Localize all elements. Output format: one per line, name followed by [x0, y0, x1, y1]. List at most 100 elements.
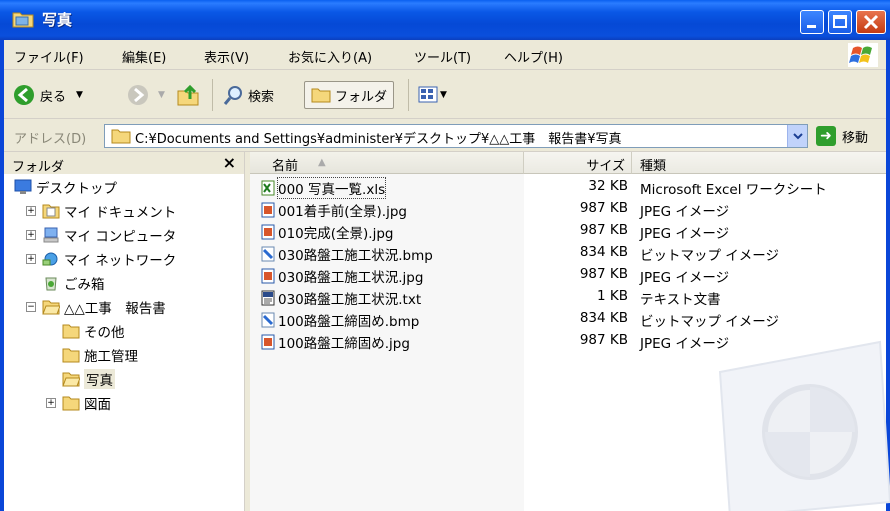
expand-icon[interactable]: +	[26, 254, 36, 264]
file-name: 000 写真一覧.xls	[276, 177, 387, 199]
folders-pane-header: フォルダ ×	[4, 152, 244, 175]
collapse-icon[interactable]: −	[26, 302, 36, 312]
file-type: JPEG イメージ	[640, 270, 730, 286]
window-client-area: ファイル(F) 編集(E) 表示(V) お気に入り(A) ツール(T) ヘルプ(…	[4, 40, 890, 511]
title-bar[interactable]: 写真	[0, 0, 890, 40]
back-button[interactable]: 戻る ▼	[12, 81, 83, 109]
tree-item-label: △△工事 報告書	[64, 301, 166, 317]
column-size-label: サイズ	[586, 159, 625, 174]
close-button[interactable]	[856, 10, 886, 34]
up-folder-icon	[177, 84, 199, 106]
back-label: 戻る	[40, 89, 67, 105]
close-icon	[863, 14, 879, 30]
file-name: 030路盤工施工状況.txt	[278, 292, 422, 308]
tree-item-my-computer[interactable]: + マイ コンピュータ	[26, 224, 176, 246]
chevron-down-icon	[793, 133, 803, 140]
folder-icon	[62, 396, 80, 411]
file-row[interactable]: 030路盤工施工状況.bmp 834 KB ビットマップ イメージ	[250, 242, 886, 264]
maximize-button[interactable]	[828, 10, 852, 34]
file-type: ビットマップ イメージ	[640, 248, 780, 264]
file-row[interactable]: 010完成(全景).jpg 987 KB JPEG イメージ	[250, 220, 886, 242]
address-path: C:¥Documents and Settings¥administer¥デスク…	[135, 132, 622, 147]
views-dropdown-icon[interactable]: ▼	[440, 90, 447, 100]
tree-item-photos[interactable]: 写真	[62, 368, 115, 390]
menu-file[interactable]: ファイル(F)	[14, 47, 84, 66]
file-row[interactable]: 100路盤工締固め.jpg 987 KB JPEG イメージ	[250, 330, 886, 352]
windows-logo-icon	[848, 43, 878, 67]
toolbar-separator	[212, 79, 213, 111]
explorer-window: 写真 ファイル(F) 編集(E) 表示(V) お気に入り(A) ツール(T) ヘ…	[0, 0, 890, 511]
file-row[interactable]: 000 写真一覧.xls 32 KB Microsoft Excel ワークシー…	[250, 176, 886, 199]
file-type: ビットマップ イメージ	[640, 314, 780, 330]
tree-item-my-network[interactable]: + マイ ネットワーク	[26, 248, 176, 270]
file-type: JPEG イメージ	[640, 204, 730, 220]
tree-item-desktop[interactable]: デスクトップ	[14, 176, 117, 198]
my-computer-icon	[43, 227, 59, 243]
back-dropdown-icon[interactable]: ▼	[76, 90, 83, 100]
file-size: 987 KB	[579, 332, 628, 348]
menu-view[interactable]: 表示(V)	[204, 47, 249, 66]
file-type: テキスト文書	[640, 292, 721, 308]
bitmap-file-icon	[261, 246, 275, 262]
recycle-bin-icon	[45, 277, 57, 291]
file-list: 名前 ▲ サイズ 種類 000 写真一覧.xls 32 KB Microsoft…	[250, 152, 890, 511]
tree-item-report-folder[interactable]: − △△工事 報告書	[26, 296, 166, 318]
search-icon	[223, 86, 242, 105]
tree-item-other[interactable]: その他	[62, 320, 125, 342]
minimize-button[interactable]	[800, 10, 824, 34]
search-button[interactable]: 検索	[222, 81, 274, 109]
tree-item-construction-management[interactable]: 施工管理	[62, 344, 138, 366]
column-header-name[interactable]: 名前 ▲	[250, 152, 524, 174]
menu-help[interactable]: ヘルプ(H)	[504, 47, 563, 66]
file-row[interactable]: 030路盤工施工状況.jpg 987 KB JPEG イメージ	[250, 264, 886, 286]
expand-icon[interactable]: +	[26, 230, 36, 240]
tree-item-recycle-bin[interactable]: ごみ箱	[42, 272, 105, 294]
up-folder-button[interactable]	[176, 81, 200, 109]
menu-favorites[interactable]: お気に入り(A)	[288, 47, 372, 66]
folder-icon	[12, 12, 34, 28]
tree-item-my-documents[interactable]: + マイ ドキュメント	[26, 200, 176, 222]
bitmap-file-icon	[261, 312, 275, 328]
file-row[interactable]: 030路盤工施工状況.txt 1 KB テキスト文書	[250, 286, 886, 308]
go-arrow-icon: ➜	[816, 126, 836, 146]
column-name-label: 名前	[272, 159, 299, 174]
folders-toggle-button[interactable]: フォルダ	[304, 81, 395, 109]
jpeg-file-icon	[261, 202, 275, 218]
expand-icon[interactable]: +	[26, 206, 36, 216]
views-icon	[418, 86, 438, 103]
file-name: 030路盤工施工状況.jpg	[278, 270, 424, 286]
tree-item-label: マイ ドキュメント	[64, 205, 177, 221]
folders-pane-close-button[interactable]: ×	[223, 153, 236, 172]
tree-item-drawings[interactable]: + 図面	[46, 392, 111, 414]
desktop-icon	[14, 179, 32, 194]
column-header-size[interactable]: サイズ	[524, 152, 632, 174]
menu-edit[interactable]: 編集(E)	[122, 47, 166, 66]
expand-icon[interactable]: +	[46, 398, 56, 408]
forward-button[interactable]: ▼	[126, 81, 165, 109]
address-input[interactable]: C:¥Documents and Settings¥administer¥デスク…	[104, 124, 808, 148]
search-label: 検索	[248, 89, 275, 105]
file-size: 834 KB	[579, 310, 628, 326]
tree-item-label: 写真	[84, 369, 115, 389]
folder-open-icon	[62, 372, 80, 387]
tree-item-label: ごみ箱	[64, 277, 105, 293]
file-row[interactable]: 100路盤工締固め.bmp 834 KB ビットマップ イメージ	[250, 308, 886, 330]
column-type-label: 種類	[640, 159, 667, 174]
go-label: 移動	[842, 130, 869, 146]
forward-dropdown-icon[interactable]: ▼	[158, 90, 165, 100]
folder-icon	[62, 348, 80, 363]
file-size: 1 KB	[597, 288, 628, 304]
go-button[interactable]: ➜ 移動	[816, 124, 886, 148]
file-row[interactable]: 001着手前(全景).jpg 987 KB JPEG イメージ	[250, 198, 886, 220]
window-title: 写真	[42, 11, 73, 29]
folder-open-icon	[42, 300, 60, 315]
file-type: JPEG イメージ	[640, 336, 730, 352]
folder-tree: デスクトップ + マイ ドキュメント + マイ コンピュータ + マイ ネットワ…	[4, 174, 244, 511]
address-dropdown-button[interactable]	[787, 125, 807, 147]
tree-item-label: デスクトップ	[36, 181, 117, 197]
column-header-type[interactable]: 種類	[632, 152, 886, 174]
menu-tools[interactable]: ツール(T)	[414, 47, 471, 66]
views-button[interactable]: ▼	[418, 81, 447, 109]
file-name: 100路盤工締固め.bmp	[278, 314, 420, 330]
file-size: 987 KB	[579, 200, 628, 216]
